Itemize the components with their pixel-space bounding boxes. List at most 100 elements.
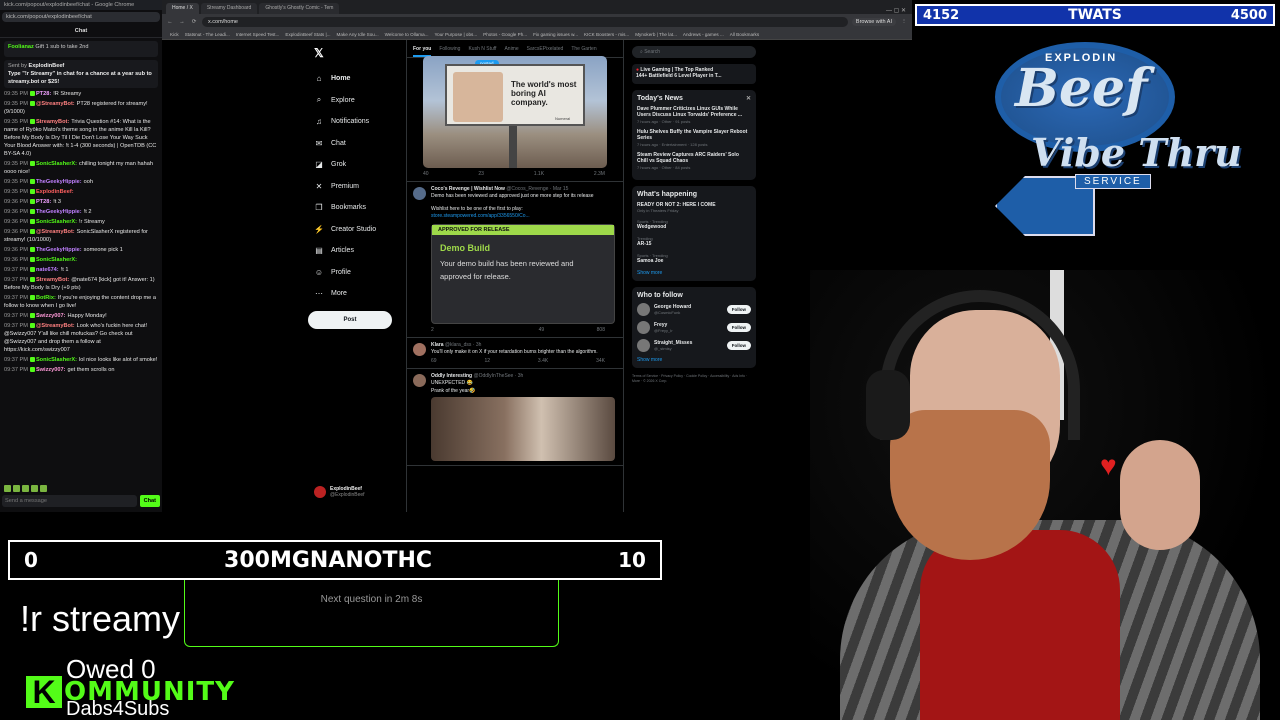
like-count[interactable]: 49 bbox=[539, 327, 545, 333]
emote-icon[interactable] bbox=[13, 485, 20, 492]
post-image[interactable]: APPROVED FOR RELEASE Demo Build Your dem… bbox=[431, 223, 615, 324]
post-video[interactable] bbox=[431, 397, 615, 461]
emote-icon[interactable] bbox=[4, 485, 11, 492]
reload-icon[interactable]: ⟳ bbox=[190, 19, 198, 25]
avatar[interactable] bbox=[637, 321, 650, 334]
post-link[interactable]: store.steampowered.com/app/3356550/Co... bbox=[431, 213, 617, 220]
like-count[interactable]: 1.1K bbox=[534, 171, 544, 177]
view-count[interactable]: 34K bbox=[596, 358, 605, 364]
follow-button[interactable]: Follow bbox=[726, 323, 751, 332]
message-username[interactable]: StreamyBot: bbox=[36, 277, 69, 283]
timeline-post[interactable]: Oddly Interesting @OddlyInTheSee · 3h UN… bbox=[407, 369, 623, 466]
follow-button[interactable]: Follow bbox=[726, 305, 751, 314]
bookmark-item[interactable]: Mynokerb | The lat... bbox=[635, 32, 677, 37]
message-username[interactable]: SonicSlasherX: bbox=[36, 219, 77, 225]
nav-item-explore[interactable]: ⌕ Explore bbox=[308, 90, 418, 112]
timeline-post[interactable]: posted The world's most boring AI compan… bbox=[407, 56, 623, 182]
message-username[interactable]: TheGeekyHippie: bbox=[36, 247, 82, 253]
message-username[interactable]: SonicSlasherX: bbox=[36, 161, 77, 167]
bookmark-item[interactable]: Photos - Google Ph... bbox=[483, 32, 527, 37]
avatar[interactable] bbox=[413, 374, 426, 387]
pinned-gift-banner[interactable]: Foolianaz Gift 1 sub to take 2nd bbox=[4, 41, 158, 57]
reply-count[interactable]: 40 bbox=[423, 171, 429, 177]
window-controls[interactable]: — ▢ ✕ bbox=[880, 7, 912, 14]
trend-item[interactable]: READY OR NOT 2: HERE I COME Only in Theat… bbox=[637, 202, 751, 213]
message-username[interactable]: StreamyBot: bbox=[36, 119, 69, 125]
bookmark-item[interactable]: KICK Boosters - mis... bbox=[584, 32, 629, 37]
view-count[interactable]: 2.3M bbox=[594, 171, 605, 177]
follow-button[interactable]: Follow bbox=[726, 341, 751, 350]
nav-item-articles[interactable]: ▤ Articles bbox=[308, 240, 418, 262]
nav-item-creator-studio[interactable]: ⚡ Creator Studio bbox=[308, 219, 418, 241]
message-username[interactable]: SonicSlasherX: bbox=[36, 357, 77, 363]
bookmark-item[interactable]: Andrews - games ... bbox=[683, 32, 724, 37]
bookmark-item[interactable]: Fix gaming issues w... bbox=[533, 32, 578, 37]
message-username[interactable]: @StreamyBot: bbox=[36, 101, 75, 107]
bookmark-item[interactable]: Your Purpose | obs... bbox=[435, 32, 478, 37]
emote-icon[interactable] bbox=[40, 485, 47, 492]
like-count[interactable]: 3.4K bbox=[538, 358, 548, 364]
avatar[interactable] bbox=[413, 187, 426, 200]
forward-icon[interactable]: → bbox=[178, 19, 186, 25]
emote-icon[interactable] bbox=[31, 485, 38, 492]
repost-count[interactable]: 12 bbox=[484, 358, 490, 364]
address-input[interactable]: x.com/home bbox=[202, 17, 848, 27]
bookmark-item[interactable]: Internet Speed Test... bbox=[236, 32, 280, 37]
message-username[interactable]: Swizzy007: bbox=[36, 367, 66, 373]
message-username[interactable]: Swizzy007: bbox=[36, 313, 66, 319]
search-input[interactable]: ⌕ Search bbox=[632, 46, 756, 58]
x-logo-icon[interactable]: 𝕏 bbox=[314, 46, 418, 60]
view-count[interactable]: 808 bbox=[597, 327, 605, 333]
bookmark-item[interactable]: Statsnut - The Leadi... bbox=[185, 32, 230, 37]
emote-icon[interactable] bbox=[22, 485, 29, 492]
nav-item-premium[interactable]: ✕ Premium bbox=[308, 176, 418, 198]
message-username[interactable]: PT28: bbox=[36, 91, 51, 97]
message-username[interactable]: TheGeekyHippie: bbox=[36, 209, 82, 215]
message-username[interactable]: ExplodinBeef: bbox=[36, 189, 74, 195]
show-more-link[interactable]: Show more bbox=[637, 270, 751, 276]
post-author[interactable]: Klara bbox=[431, 342, 444, 348]
message-username[interactable]: @StreamyBot: bbox=[36, 229, 75, 235]
bookmark-item[interactable]: Welcome to Ollama... bbox=[385, 32, 429, 37]
bookmark-item[interactable]: Kick bbox=[170, 32, 179, 37]
message-username[interactable]: nate674: bbox=[36, 267, 59, 273]
bookmark-item[interactable]: ExplodinBeef Stats |... bbox=[285, 32, 330, 37]
nav-item-grok[interactable]: ◪ Grok bbox=[308, 154, 418, 176]
post-image[interactable]: posted The world's most boring AI compan… bbox=[423, 56, 607, 168]
back-icon[interactable]: ← bbox=[166, 19, 174, 25]
bookmark-item[interactable]: Make Any Idle Sou... bbox=[337, 32, 379, 37]
message-username[interactable]: @StreamyBot: bbox=[36, 323, 75, 329]
message-username[interactable]: SonicSlasherX: bbox=[36, 257, 77, 263]
nav-item-more[interactable]: ⋯ More bbox=[308, 283, 418, 305]
tab-streamy[interactable]: Streamy Dashboard bbox=[200, 3, 258, 14]
browse-with-ai-button[interactable]: Browse with AI bbox=[851, 18, 896, 26]
avatar[interactable] bbox=[637, 303, 650, 316]
news-item[interactable]: Steam Review Captures ARC Raiders' Solo … bbox=[637, 152, 751, 170]
chat-url-bar[interactable]: kick.com/popout/explodinbeef/chat bbox=[2, 12, 160, 22]
tab-comic[interactable]: Ghostly's Ghostly Comic - Tem bbox=[259, 3, 340, 14]
chat-send-button[interactable]: Chat bbox=[139, 495, 160, 507]
news-item[interactable]: Hulu Shelves Buffy the Vampire Slayer Re… bbox=[637, 129, 751, 147]
avatar[interactable] bbox=[413, 342, 426, 356]
nav-item-notifications[interactable]: ♫ Notifications bbox=[308, 111, 418, 133]
trend-item[interactable]: Sports · Trending Samoa Joe bbox=[637, 253, 751, 264]
nav-item-chat[interactable]: ✉ Chat bbox=[308, 133, 418, 155]
avatar[interactable] bbox=[637, 339, 650, 352]
message-username[interactable]: TheGeekyHippie: bbox=[36, 179, 82, 185]
menu-icon[interactable]: ⋮ bbox=[900, 19, 908, 25]
message-username[interactable]: BotRix: bbox=[36, 295, 56, 301]
post-author[interactable]: Coco's Revenge | Wishlist Now bbox=[431, 186, 505, 192]
post-button[interactable]: Post bbox=[308, 310, 392, 329]
timeline-post[interactable]: Klara @klara_dss · 3h You'll only make i… bbox=[407, 338, 623, 369]
footer-links[interactable]: Terms of Service · Privacy Policy · Cook… bbox=[632, 374, 756, 384]
timeline-post[interactable]: Coco's Revenge | Wishlist Now @Cocos_Rev… bbox=[407, 182, 623, 338]
reply-count[interactable]: 2 bbox=[431, 327, 434, 333]
reply-count[interactable]: 69 bbox=[431, 358, 437, 364]
repost-count[interactable]: 23 bbox=[478, 171, 484, 177]
trend-item[interactable]: Sports · Trending Wedgewood bbox=[637, 219, 751, 230]
tab-x-home[interactable]: Home / X bbox=[166, 3, 199, 14]
news-item[interactable]: Dave Plummer Criticizes Linux GUIs While… bbox=[637, 106, 751, 124]
bookmark-item[interactable]: All Bookmarks bbox=[730, 32, 759, 37]
show-more-link[interactable]: Show more bbox=[637, 357, 751, 363]
nav-item-profile[interactable]: ☺ Profile bbox=[308, 262, 418, 284]
